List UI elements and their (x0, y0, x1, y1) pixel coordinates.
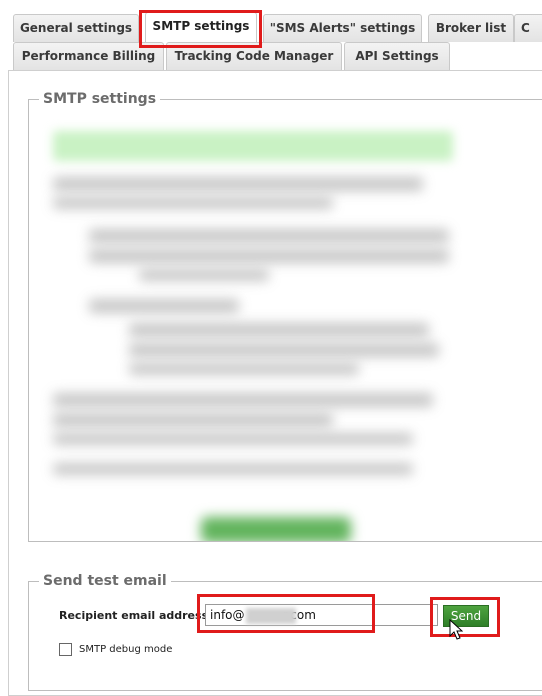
blurred-smtp-content (29, 107, 542, 541)
tab-overflow[interactable]: C (514, 14, 542, 42)
recipient-email-label: Recipient email address * (59, 609, 218, 622)
recipient-email-input[interactable] (205, 604, 438, 626)
send-test-email-button[interactable]: Send (443, 605, 489, 627)
tab-general-settings[interactable]: General settings (13, 14, 139, 42)
send-test-email-legend: Send test email (43, 573, 167, 589)
tab-api-settings[interactable]: API Settings (344, 42, 450, 70)
tab-smtp-settings[interactable]: SMTP settings (145, 12, 257, 42)
tab-broker-list[interactable]: Broker list (428, 14, 514, 42)
tab-tracking-code-manager[interactable]: Tracking Code Manager (166, 42, 342, 70)
tab-sms-alerts-settings[interactable]: "SMS Alerts" settings (263, 14, 422, 42)
smtp-debug-mode-checkbox[interactable] (59, 643, 72, 656)
smtp-settings-section: SMTP settings (28, 91, 542, 542)
send-test-email-section: Send test email (28, 573, 542, 691)
settings-tabs: General settings SMTP settings "SMS Aler… (0, 0, 542, 74)
tab-performance-billing[interactable]: Performance Billing (13, 42, 164, 70)
smtp-settings-legend: SMTP settings (43, 91, 157, 107)
settings-page: General settings SMTP settings "SMS Aler… (0, 0, 542, 696)
smtp-debug-mode-label: SMTP debug mode (79, 644, 173, 655)
recipient-email-label-text: Recipient email address (59, 609, 209, 622)
